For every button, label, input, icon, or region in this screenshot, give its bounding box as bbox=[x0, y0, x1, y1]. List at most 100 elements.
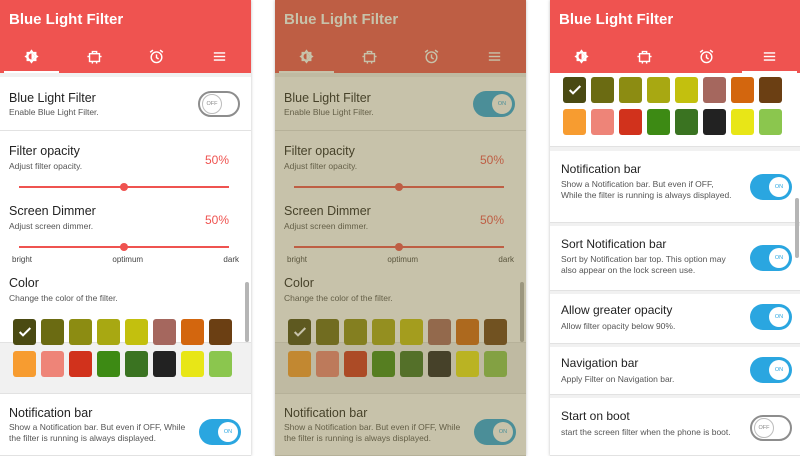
color-swatch[interactable] bbox=[69, 319, 92, 345]
notification-bar-row[interactable]: Notification bar Show a Notification bar… bbox=[275, 393, 526, 456]
blue-light-filter-row[interactable]: Blue Light Filter Enable Blue Light Filt… bbox=[275, 77, 526, 131]
sort-notification-toggle[interactable]: ON bbox=[750, 245, 792, 271]
color-swatch[interactable] bbox=[703, 109, 726, 135]
screen-dimmer-slider[interactable] bbox=[294, 243, 504, 251]
color-swatch[interactable] bbox=[591, 109, 614, 135]
color-swatch[interactable] bbox=[759, 109, 782, 135]
color-swatch[interactable] bbox=[619, 77, 642, 103]
setting-description: Apply Filter on Navigation bar. bbox=[561, 374, 675, 384]
scrollbar[interactable] bbox=[795, 198, 799, 258]
notification-bar-toggle[interactable]: ON bbox=[750, 174, 792, 200]
notification-bar-row[interactable]: Notification bar Show a Notification bar… bbox=[550, 151, 800, 223]
toggle-knob: ON bbox=[769, 360, 789, 380]
color-swatch[interactable] bbox=[13, 351, 36, 377]
tab-alarm[interactable] bbox=[126, 40, 189, 73]
color-swatch[interactable] bbox=[153, 319, 176, 345]
color-swatch[interactable] bbox=[97, 351, 120, 377]
color-swatch[interactable] bbox=[456, 351, 479, 377]
color-swatch[interactable] bbox=[647, 109, 670, 135]
slider-thumb[interactable] bbox=[395, 183, 403, 191]
greater-opacity-toggle[interactable]: ON bbox=[750, 304, 792, 330]
color-swatch[interactable] bbox=[675, 109, 698, 135]
color-swatch[interactable] bbox=[125, 351, 148, 377]
color-swatch[interactable] bbox=[316, 351, 339, 377]
scrollbar[interactable] bbox=[245, 282, 249, 342]
tab-menu[interactable] bbox=[463, 40, 526, 73]
color-swatch[interactable] bbox=[591, 77, 614, 103]
notification-bar-toggle[interactable]: ON bbox=[199, 419, 241, 445]
color-swatch[interactable] bbox=[97, 319, 120, 345]
tab-alarm[interactable] bbox=[676, 40, 739, 73]
notification-bar-toggle[interactable]: ON bbox=[474, 419, 516, 445]
blue-light-toggle[interactable]: ON bbox=[473, 91, 515, 117]
color-swatch[interactable] bbox=[288, 351, 311, 377]
color-swatch[interactable] bbox=[372, 351, 395, 377]
color-swatch[interactable] bbox=[759, 77, 782, 103]
color-swatch[interactable] bbox=[316, 319, 339, 345]
color-swatch[interactable] bbox=[153, 351, 176, 377]
blue-light-toggle[interactable]: OFF bbox=[198, 91, 240, 117]
color-swatch[interactable] bbox=[181, 351, 204, 377]
greater-opacity-row[interactable]: Allow greater opacity Allow filter opaci… bbox=[550, 294, 800, 344]
sort-notification-row[interactable]: Sort Notification bar Sort by Notificati… bbox=[550, 226, 800, 291]
start-on-boot-row[interactable]: Start on boot start the screen filter wh… bbox=[550, 398, 800, 456]
filter-opacity-slider[interactable] bbox=[294, 183, 504, 191]
slider-thumb[interactable] bbox=[120, 183, 128, 191]
color-swatch[interactable] bbox=[41, 319, 64, 345]
color-swatch[interactable] bbox=[428, 319, 451, 345]
navigation-bar-toggle[interactable]: ON bbox=[750, 357, 792, 383]
blue-light-filter-row[interactable]: Blue Light Filter Enable Blue Light Filt… bbox=[0, 77, 251, 131]
color-swatch[interactable] bbox=[41, 351, 64, 377]
screen-dimmer-slider[interactable] bbox=[19, 243, 229, 251]
color-swatch[interactable] bbox=[731, 109, 754, 135]
color-swatch[interactable] bbox=[372, 319, 395, 345]
color-swatch[interactable] bbox=[209, 319, 232, 345]
notification-bar-row[interactable]: Notification bar Show a Notification bar… bbox=[0, 393, 251, 456]
toggle-knob: ON bbox=[769, 177, 789, 197]
slider-thumb[interactable] bbox=[395, 243, 403, 251]
color-swatch-selected[interactable] bbox=[13, 319, 36, 345]
tab-filter[interactable] bbox=[275, 40, 338, 73]
setting-description: Show a Notification bar. But even if OFF… bbox=[9, 422, 186, 443]
color-swatch[interactable] bbox=[209, 351, 232, 377]
filter-opacity-description: Adjust filter opacity. bbox=[284, 161, 358, 171]
tab-shop[interactable] bbox=[63, 40, 126, 73]
tab-filter[interactable] bbox=[0, 40, 63, 73]
color-swatch[interactable] bbox=[69, 351, 92, 377]
color-swatch[interactable] bbox=[181, 319, 204, 345]
color-swatch[interactable] bbox=[484, 351, 507, 377]
tab-alarm[interactable] bbox=[401, 40, 464, 73]
color-swatch-selected[interactable] bbox=[563, 77, 586, 103]
filter-opacity-title: Filter opacity bbox=[284, 144, 355, 158]
color-description: Change the color of the filter. bbox=[284, 293, 393, 303]
color-swatch[interactable] bbox=[703, 77, 726, 103]
slider-thumb[interactable] bbox=[120, 243, 128, 251]
color-swatch[interactable] bbox=[344, 351, 367, 377]
tab-shop[interactable] bbox=[613, 40, 676, 73]
start-on-boot-toggle[interactable]: OFF bbox=[750, 415, 792, 441]
tab-filter[interactable] bbox=[550, 40, 613, 73]
color-swatch[interactable] bbox=[428, 351, 451, 377]
filter-opacity-slider[interactable] bbox=[19, 183, 229, 191]
color-swatch[interactable] bbox=[125, 319, 148, 345]
color-swatch[interactable] bbox=[484, 319, 507, 345]
filter-settings-card: Filter opacity Adjust filter opacity. 50… bbox=[275, 131, 526, 343]
tab-menu[interactable] bbox=[188, 40, 251, 73]
color-swatch[interactable] bbox=[400, 319, 423, 345]
color-swatch[interactable] bbox=[400, 351, 423, 377]
scrollbar[interactable] bbox=[520, 282, 524, 342]
tab-menu[interactable] bbox=[738, 40, 800, 73]
tab-shop[interactable] bbox=[338, 40, 401, 73]
navigation-bar-row[interactable]: Navigation bar Apply Filter on Navigatio… bbox=[550, 347, 800, 395]
color-swatch[interactable] bbox=[731, 77, 754, 103]
color-swatch-selected[interactable] bbox=[288, 319, 311, 345]
color-swatch[interactable] bbox=[619, 109, 642, 135]
color-swatch[interactable] bbox=[456, 319, 479, 345]
app-header: Blue Light Filter bbox=[550, 0, 800, 73]
setting-description: Enable Blue Light Filter. bbox=[9, 107, 99, 117]
color-swatch[interactable] bbox=[563, 109, 586, 135]
color-swatch[interactable] bbox=[675, 77, 698, 103]
color-swatch[interactable] bbox=[647, 77, 670, 103]
screen-dimmer-description: Adjust screen dimmer. bbox=[284, 221, 369, 231]
color-swatch[interactable] bbox=[344, 319, 367, 345]
